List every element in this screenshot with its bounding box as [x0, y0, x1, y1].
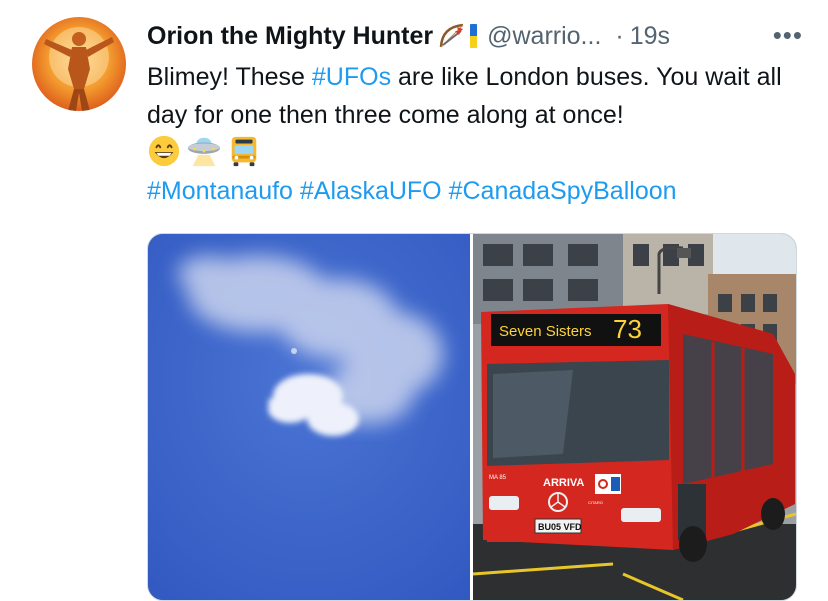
- hashtag-montanaufo[interactable]: #Montanaufo: [147, 177, 293, 205]
- avatar[interactable]: [32, 17, 126, 111]
- timestamp[interactable]: 19s: [630, 22, 670, 51]
- hashtag-canadaspyballoon[interactable]: #CanadaSpyBalloon: [449, 177, 677, 205]
- bus-destination: Seven Sisters: [499, 323, 592, 340]
- grinning-face-icon: [148, 135, 180, 167]
- hashtag-alaskaufo[interactable]: #AlaskaUFO: [300, 177, 442, 205]
- hashtag-line: #Montanaufo #AlaskaUFO #CanadaSpyBalloon: [147, 172, 677, 210]
- tweet-text-part-1: Blimey! These: [147, 63, 312, 91]
- tweet-header: Orion the Mighty Hunter @warrio... · 19s…: [147, 18, 817, 54]
- bus-route-number: 73: [613, 314, 642, 344]
- red-bus-image[interactable]: Seven Sisters 73 MA 85 ARRIVA CITARO BU0…: [473, 234, 796, 600]
- hashtag-ufos[interactable]: #UFOs: [312, 63, 391, 91]
- header-separator: ·: [615, 21, 624, 50]
- bus-make: CITARO: [588, 500, 603, 505]
- bus-icon: [231, 136, 257, 167]
- bus-operator: ARRIVA: [543, 477, 584, 489]
- display-name[interactable]: Orion the Mighty Hunter: [147, 22, 433, 51]
- user-handle[interactable]: @warrio...: [487, 22, 601, 51]
- tweet-text: Blimey! These #UFOs are like London buse…: [147, 58, 817, 134]
- ukraine-flag-icon: [470, 24, 478, 48]
- bus-plate: BU05 VFD: [538, 522, 582, 532]
- balloon-in-sky-image[interactable]: [148, 234, 470, 600]
- emoji-row: [147, 134, 261, 168]
- media-grid: Seven Sisters 73 MA 85 ARRIVA CITARO BU0…: [147, 233, 797, 601]
- bus-fleet-number: MA 85: [489, 475, 507, 481]
- flying-saucer-icon: [187, 137, 221, 167]
- bow-and-arrow-icon: [439, 23, 464, 48]
- more-options-icon[interactable]: •••: [773, 20, 803, 51]
- avatar-image: [44, 27, 114, 111]
